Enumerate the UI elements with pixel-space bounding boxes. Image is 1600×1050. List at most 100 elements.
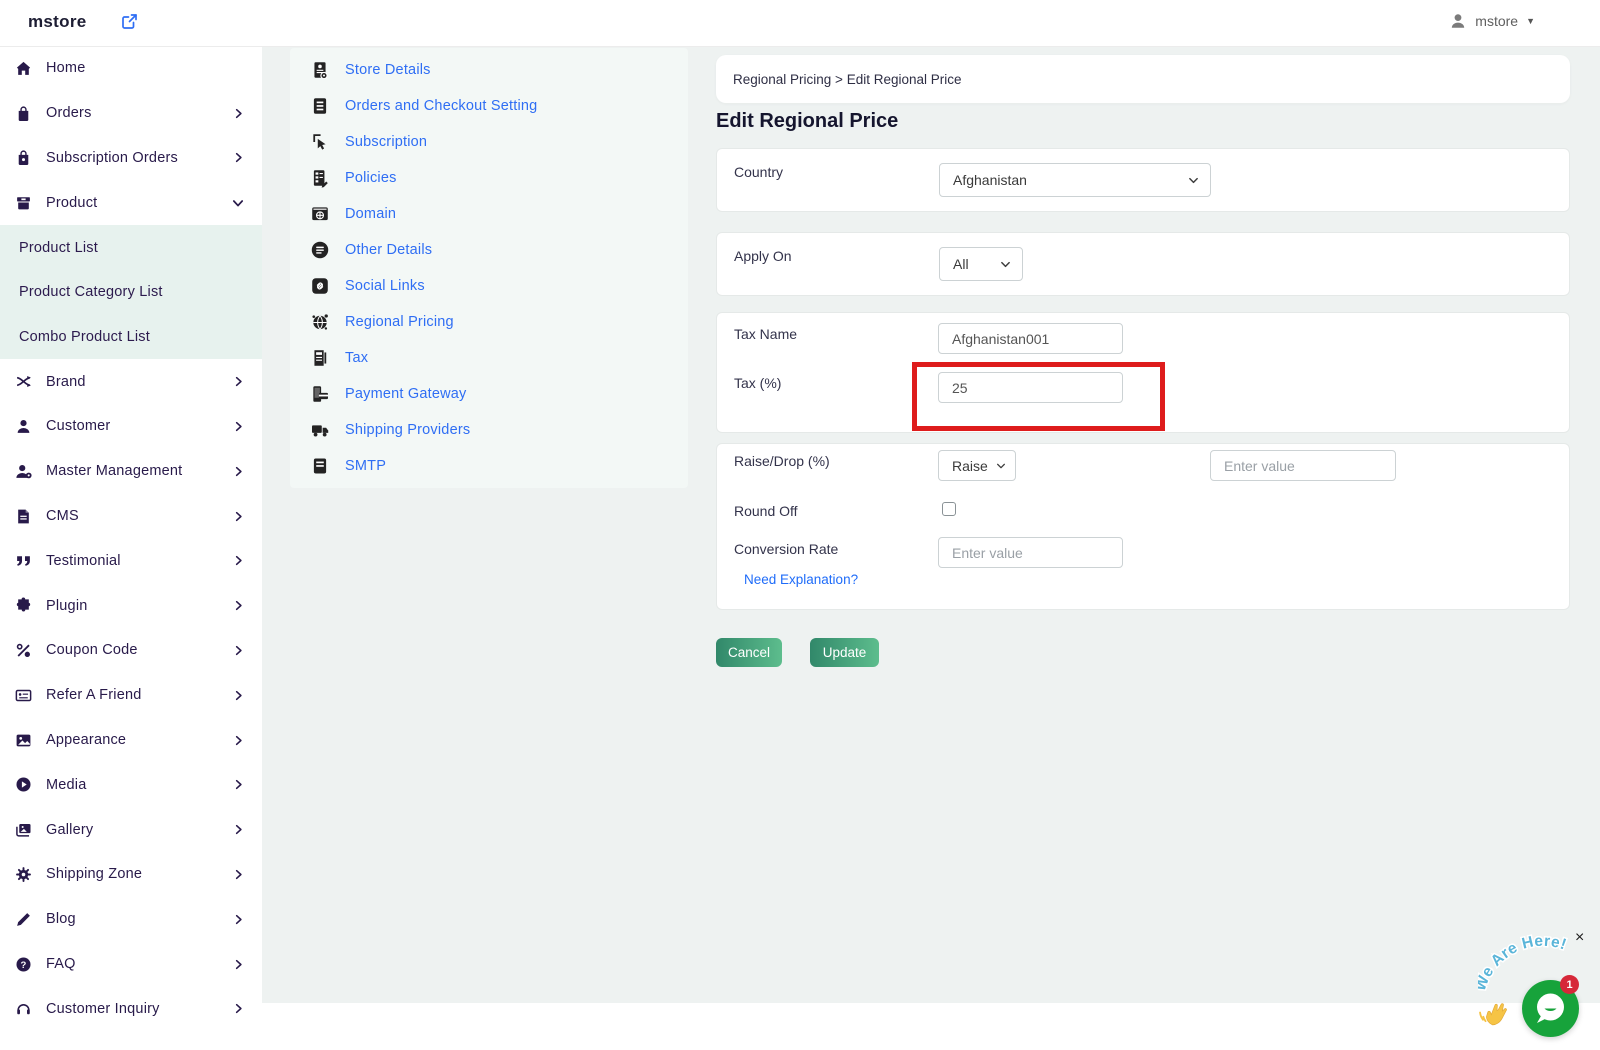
sidebar-item-orders[interactable]: Orders xyxy=(0,91,262,136)
account-name: mstore xyxy=(1475,13,1518,29)
sidebar-nav: Home Orders Subscription Orders Product Prod… xyxy=(0,46,262,1031)
sidebar-item-label: Shipping Zone xyxy=(46,866,142,882)
sidebar-item-media[interactable]: Media xyxy=(0,762,262,807)
blog-pencil-icon xyxy=(15,911,32,928)
apply-on-select[interactable]: All xyxy=(939,247,1023,281)
sidebar-item-brand[interactable]: Brand xyxy=(0,359,262,404)
sidebar-item-home[interactable]: Home xyxy=(0,46,262,91)
settings-item-subscription[interactable]: Subscription xyxy=(290,124,688,160)
sidebar-item-label: Media xyxy=(46,777,87,793)
chevron-right-icon xyxy=(233,376,244,387)
sidebar-item-master-management[interactable]: Master Management xyxy=(0,449,262,494)
sidebar-item-label: Testimonial xyxy=(46,553,121,569)
sidebar-item-label: Master Management xyxy=(46,463,182,479)
product-submenu: Product ListProduct Category ListCombo P… xyxy=(0,225,262,359)
sidebar-item-coupon-code[interactable]: Coupon Code xyxy=(0,628,262,673)
master-management-icon xyxy=(15,463,32,480)
sidebar-item-label: Home xyxy=(46,60,85,76)
need-explanation-link[interactable]: Need Explanation? xyxy=(744,572,858,587)
sidebar-item-blog[interactable]: Blog xyxy=(0,897,262,942)
chevron-down-icon xyxy=(1188,175,1199,186)
apply-on-select-value: All xyxy=(953,256,969,272)
tax-percent-input[interactable] xyxy=(938,372,1123,403)
chevron-down-icon xyxy=(996,461,1006,471)
settings-item-orders-and-checkout-setting[interactable]: Orders and Checkout Setting xyxy=(290,88,688,124)
sidebar-item-plugin[interactable]: Plugin xyxy=(0,583,262,628)
shipping-gear-icon xyxy=(15,866,32,883)
account-menu[interactable]: mstore ▼ xyxy=(1449,12,1535,30)
app-logo: mstore xyxy=(28,12,87,32)
sidebar-item-label: Product xyxy=(46,195,97,211)
media-play-icon xyxy=(15,776,32,793)
tax-card: Tax Name Tax (%) xyxy=(716,312,1570,433)
brand-shuffle-icon xyxy=(15,373,32,390)
testimonial-quote-icon xyxy=(15,552,32,569)
social-links-icon xyxy=(310,276,330,296)
settings-item-policies[interactable]: Policies xyxy=(290,160,688,196)
sidebar-item-label: Gallery xyxy=(46,822,93,838)
country-label: Country xyxy=(734,164,783,180)
settings-item-store-details[interactable]: Store Details xyxy=(290,52,688,88)
tax-receipt-icon xyxy=(310,348,330,368)
update-button[interactable]: Update xyxy=(810,638,879,667)
chevron-right-icon xyxy=(233,824,244,835)
raise-drop-label: Raise/Drop (%) xyxy=(734,453,830,469)
chevron-down-icon xyxy=(232,197,244,209)
sidebar-item-refer-a-friend[interactable]: Refer A Friend xyxy=(0,673,262,718)
sidebar-item-testimonial[interactable]: Testimonial xyxy=(0,538,262,583)
payment-gateway-icon xyxy=(310,384,330,404)
raise-drop-value-input[interactable] xyxy=(1210,450,1396,481)
sidebar-item-shipping-zone[interactable]: Shipping Zone xyxy=(0,852,262,897)
country-card: Country Afghanistan xyxy=(716,148,1570,212)
settings-item-smtp[interactable]: SMTP xyxy=(290,448,688,484)
svg-text:?: ? xyxy=(20,959,26,970)
sidebar-item-label: Orders xyxy=(46,105,92,121)
tax-percent-label: Tax (%) xyxy=(734,375,781,391)
chevron-right-icon xyxy=(233,1003,244,1014)
settings-item-tax[interactable]: Tax xyxy=(290,340,688,376)
sidebar-item-customer-inquiry[interactable]: Customer Inquiry xyxy=(0,986,262,1031)
settings-item-domain[interactable]: Domain xyxy=(290,196,688,232)
regional-pricing-globe-icon xyxy=(310,312,330,332)
sidebar-item-faq[interactable]: ? FAQ xyxy=(0,942,262,987)
settings-item-other-details[interactable]: Other Details xyxy=(290,232,688,268)
sidebar-item-appearance[interactable]: Appearance xyxy=(0,718,262,763)
chat-notification-badge: 1 xyxy=(1560,975,1579,994)
country-select-value: Afghanistan xyxy=(953,172,1027,188)
page-title: Edit Regional Price xyxy=(716,110,898,133)
chevron-down-icon xyxy=(1000,259,1011,270)
sidebar-item-label: FAQ xyxy=(46,956,76,972)
settings-item-regional-pricing[interactable]: Regional Pricing xyxy=(290,304,688,340)
settings-item-social-links[interactable]: Social Links xyxy=(290,268,688,304)
tax-name-input[interactable] xyxy=(938,323,1123,354)
settings-item-shipping-providers[interactable]: Shipping Providers xyxy=(290,412,688,448)
chevron-right-icon xyxy=(233,511,244,522)
sidebar-item-label: Customer Inquiry xyxy=(46,1001,160,1017)
coupon-percent-icon xyxy=(15,642,32,659)
sidebar-item-product[interactable]: Product xyxy=(0,180,262,225)
chevron-right-icon xyxy=(233,869,244,880)
sidebar-item-label: Plugin xyxy=(46,598,88,614)
sidebar-item-gallery[interactable]: Gallery xyxy=(0,807,262,852)
topbar: mstore mstore ▼ xyxy=(0,0,1600,47)
caret-down-icon: ▼ xyxy=(1526,16,1535,26)
country-select[interactable]: Afghanistan xyxy=(939,163,1211,197)
sidebar-subitem-product-category-list[interactable]: Product Category List xyxy=(0,270,262,315)
sidebar-item-cms[interactable]: CMS xyxy=(0,494,262,539)
round-off-checkbox[interactable] xyxy=(942,502,956,516)
round-off-label: Round Off xyxy=(734,503,798,519)
raise-drop-select[interactable]: Raise xyxy=(938,450,1016,481)
plugin-puzzle-icon xyxy=(15,597,32,614)
sidebar-item-customer[interactable]: Customer xyxy=(0,404,262,449)
chevron-right-icon xyxy=(233,959,244,970)
sidebar-subitem-product-list[interactable]: Product List xyxy=(0,225,262,270)
gallery-icon xyxy=(15,821,32,838)
sidebar-subitem-combo-product-list[interactable]: Combo Product List xyxy=(0,315,262,360)
settings-item-payment-gateway[interactable]: Payment Gateway xyxy=(290,376,688,412)
subscription-bag-icon xyxy=(15,149,32,166)
tax-name-label: Tax Name xyxy=(734,326,797,342)
external-link-icon[interactable] xyxy=(121,13,138,30)
conversion-rate-input[interactable] xyxy=(938,537,1123,568)
cancel-button[interactable]: Cancel xyxy=(716,638,782,667)
sidebar-item-subscription-orders[interactable]: Subscription Orders xyxy=(0,136,262,181)
